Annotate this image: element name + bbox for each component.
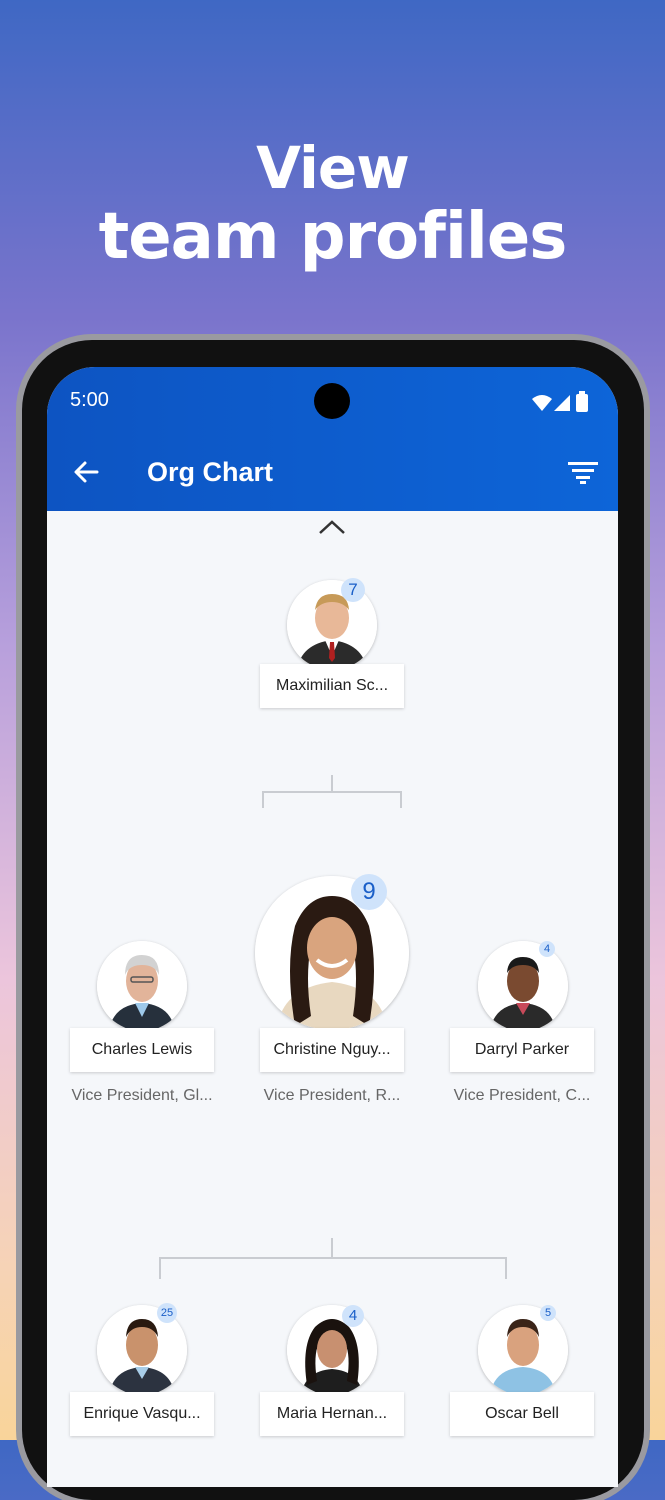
employee-name-card[interactable]: Darryl Parker xyxy=(450,1028,594,1072)
reports-count-badge: 7 xyxy=(341,578,365,602)
avatar[interactable] xyxy=(478,941,568,1031)
status-time: 5:00 xyxy=(70,389,109,411)
filter-icon[interactable] xyxy=(567,459,599,485)
connector-line xyxy=(262,791,402,793)
status-icons xyxy=(532,391,588,412)
back-arrow-icon[interactable] xyxy=(71,457,101,487)
wifi-icon xyxy=(532,395,552,411)
connector-line xyxy=(331,1238,333,1258)
employee-name-card[interactable]: Charles Lewis xyxy=(70,1028,214,1072)
avatar[interactable] xyxy=(478,1305,568,1395)
employee-name-card[interactable]: Maria Hernan... xyxy=(260,1392,404,1436)
app-bar: 5:00 Org Chart xyxy=(47,367,618,511)
employee-title: Vice President, Gl... xyxy=(71,1087,213,1104)
reports-count-badge: 9 xyxy=(351,874,387,910)
employee-title: Vice President, C... xyxy=(453,1087,591,1104)
connector-line xyxy=(262,791,264,808)
employee-name-card[interactable]: Maximilian Sc... xyxy=(260,664,404,708)
employee-name-card[interactable]: Christine Nguy... xyxy=(260,1028,404,1072)
avatar-selected[interactable] xyxy=(255,876,409,1030)
employee-title: Vice President, R... xyxy=(263,1087,401,1104)
connector-line xyxy=(331,775,333,792)
reports-count-badge: 5 xyxy=(540,1305,556,1321)
employee-name-card[interactable]: Oscar Bell xyxy=(450,1392,594,1436)
reports-count-badge: 25 xyxy=(157,1303,177,1323)
chevron-up-icon[interactable] xyxy=(317,517,347,537)
battery-icon xyxy=(576,394,588,412)
promo-headline-line1: View xyxy=(256,134,410,202)
signal-icon xyxy=(554,395,570,411)
connector-line xyxy=(505,1257,507,1279)
connector-line xyxy=(400,791,402,808)
connector-line xyxy=(159,1257,161,1279)
reports-count-badge: 4 xyxy=(539,941,555,957)
reports-count-badge: 4 xyxy=(342,1305,364,1327)
promo-headline-line2: team profiles xyxy=(98,200,568,274)
employee-name-card[interactable]: Enrique Vasqu... xyxy=(70,1392,214,1436)
app-screen: 5:00 Org Chart 7 Maximilian Sc... Charle… xyxy=(47,367,618,1487)
camera-cutout xyxy=(314,383,350,419)
page-title: Org Chart xyxy=(147,457,274,487)
connector-line xyxy=(159,1257,507,1259)
avatar[interactable] xyxy=(97,941,187,1031)
